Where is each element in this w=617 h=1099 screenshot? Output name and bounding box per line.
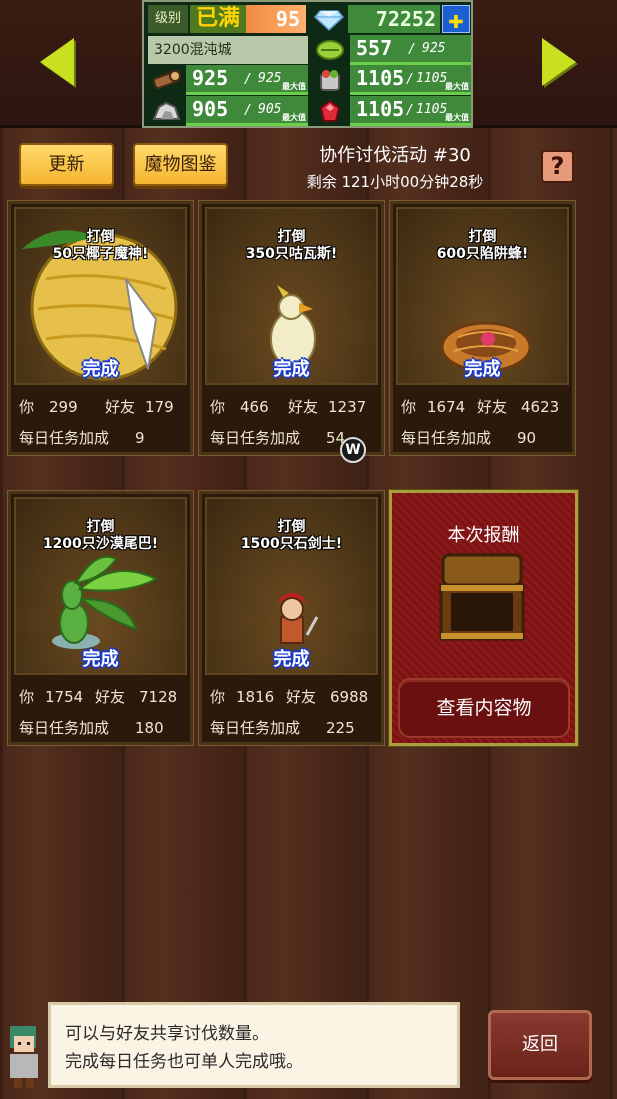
back-button[interactable]: 返回: [488, 1010, 592, 1080]
stone-max-tag: 最大值: [282, 113, 306, 122]
quest-art: 打倒 1200只沙漠尾巴! 完成: [14, 497, 187, 675]
quest-heading: 打倒 1200只沙漠尾巴!: [42, 519, 159, 552]
stone-ore-icon: [148, 96, 184, 126]
complete-badge: 完成: [82, 359, 119, 380]
you-count: 1754: [45, 688, 84, 706]
reward-card: 本次报酬 查看内容物: [388, 489, 579, 747]
quest-heading: 打倒 600只陷阱蜂!: [436, 229, 529, 262]
event-timer: 剩余 121小时00分钟28秒: [306, 173, 484, 191]
quest-art: 打倒 50只椰子魔神! 完成: [14, 207, 187, 385]
you-count: 466: [240, 398, 269, 416]
add-gems-button[interactable]: ✚: [442, 5, 470, 34]
gemstone-max-tag: 最大值: [445, 113, 469, 122]
red-gem-icon: [312, 96, 348, 126]
friends-count: 6988: [330, 688, 369, 706]
quest-heading: 打倒 50只椰子魔神!: [52, 229, 149, 262]
food-max: 1105: [416, 71, 448, 86]
reward-title: 本次报酬: [447, 525, 520, 546]
complete-badge: 完成: [273, 359, 310, 380]
quest-art: 打倒 600只陷阱蜂! 完成: [396, 207, 569, 385]
quest-card-trap-bee[interactable]: 打倒 600只陷阱蜂! 完成 你 1674 好友 4623 每日任务加成 90: [389, 200, 576, 456]
stone-max: 905: [258, 102, 282, 117]
food-max-tag: 最大值: [445, 82, 469, 91]
quest-heading: 打倒 350只咕瓦斯!: [245, 229, 338, 262]
gemstone-current: 1105: [356, 97, 405, 121]
wood-log-icon: [148, 65, 184, 95]
quest-heading: 打倒 1500只石剑士!: [240, 519, 343, 552]
wood-resource: 925 / 925 最大值: [144, 65, 308, 95]
gemstone-resource: 1105 / 1105 最大值: [308, 96, 471, 126]
level-label: 级别: [148, 5, 188, 33]
bestiary-button[interactable]: 魔物图鉴: [133, 143, 228, 186]
quest-card-coconut[interactable]: 打倒 50只椰子魔神! 完成 你 299 好友 179 每日任务加成 9: [7, 200, 194, 456]
quest-stats: 你 299 好友 179 每日任务加成 9: [19, 392, 189, 454]
stone-resource: 905 / 905 最大值: [144, 96, 308, 126]
view-contents-button[interactable]: 查看内容物: [398, 678, 570, 738]
wood-max-tag: 最大值: [282, 82, 306, 91]
event-title: 协作讨伐活动 #30: [319, 145, 471, 166]
treasure-chest-icon: [439, 553, 525, 641]
food-resource: 1105 / 1105 最大值: [308, 65, 471, 95]
hint-speech-bubble: 可以与好友共享讨伐数量。 完成每日任务也可单人完成哦。: [48, 1002, 460, 1088]
you-count: 1674: [427, 398, 466, 416]
quest-card-desert-tail[interactable]: 打倒 1200只沙漠尾巴! 完成 你 1754 好友 7128 每日任务加成 180: [7, 490, 194, 746]
stone-current: 905: [192, 97, 229, 121]
level-max-badge: 已满: [190, 5, 246, 33]
gem-count: 72252: [348, 5, 440, 33]
level-value: 95: [246, 5, 306, 33]
daily-bonus-value: 90: [517, 429, 537, 447]
quest-card-gwas[interactable]: 打倒 350只咕瓦斯! 完成 你 466 好友 1237 每日任务加成 54: [198, 200, 385, 456]
crop-icon: [312, 35, 348, 65]
gemstone-max: 1105: [416, 102, 448, 117]
quest-art: 打倒 350只咕瓦斯! 完成: [205, 207, 378, 385]
prev-arrow-icon[interactable]: [40, 38, 74, 86]
crop-resource: 557 / 925: [308, 35, 471, 65]
diamond-icon: [312, 5, 346, 33]
friends-count: 1237: [328, 398, 367, 416]
next-arrow-icon[interactable]: [542, 38, 576, 86]
guide-character-avatar: [10, 1026, 38, 1088]
hint-line-2: 完成每日任务也可单人完成哦。: [65, 1052, 303, 1072]
city-name: 3200混沌城: [148, 36, 308, 64]
daily-bonus-value: 9: [135, 429, 145, 447]
crop-current: 557: [356, 36, 393, 60]
daily-bonus-value: 180: [135, 719, 164, 737]
friends-count: 4623: [521, 398, 560, 416]
daily-bonus-value: 225: [326, 719, 355, 737]
floating-w-badge[interactable]: W: [340, 437, 366, 463]
resource-panel: 级别 已满 95 72252 ✚ 3200混沌城 557 / 925 925 /…: [142, 0, 473, 128]
wood-current: 925: [192, 66, 229, 90]
quest-card-stone-swordsman[interactable]: 打倒 1500只石剑士! 完成 你 1816 好友 6988 每日任务加成 225: [198, 490, 385, 746]
quest-stats: 你 1816 好友 6988 每日任务加成 225: [210, 682, 380, 744]
refresh-button[interactable]: 更新: [19, 143, 114, 186]
friends-count: 179: [145, 398, 174, 416]
you-count: 1816: [236, 688, 275, 706]
quest-stats: 你 1674 好友 4623 每日任务加成 90: [401, 392, 571, 454]
food-bag-icon: [312, 65, 348, 95]
hint-line-1: 可以与好友共享讨伐数量。: [65, 1024, 269, 1044]
friends-count: 7128: [139, 688, 178, 706]
quest-stats: 你 1754 好友 7128 每日任务加成 180: [19, 682, 189, 744]
food-current: 1105: [356, 66, 405, 90]
help-button[interactable]: ?: [541, 150, 574, 183]
complete-badge: 完成: [464, 359, 501, 380]
crop-max: 925: [422, 41, 446, 56]
wood-max: 925: [258, 71, 282, 86]
you-count: 299: [49, 398, 78, 416]
complete-badge: 完成: [82, 649, 119, 670]
quest-art: 打倒 1500只石剑士! 完成: [205, 497, 378, 675]
complete-badge: 完成: [273, 649, 310, 670]
